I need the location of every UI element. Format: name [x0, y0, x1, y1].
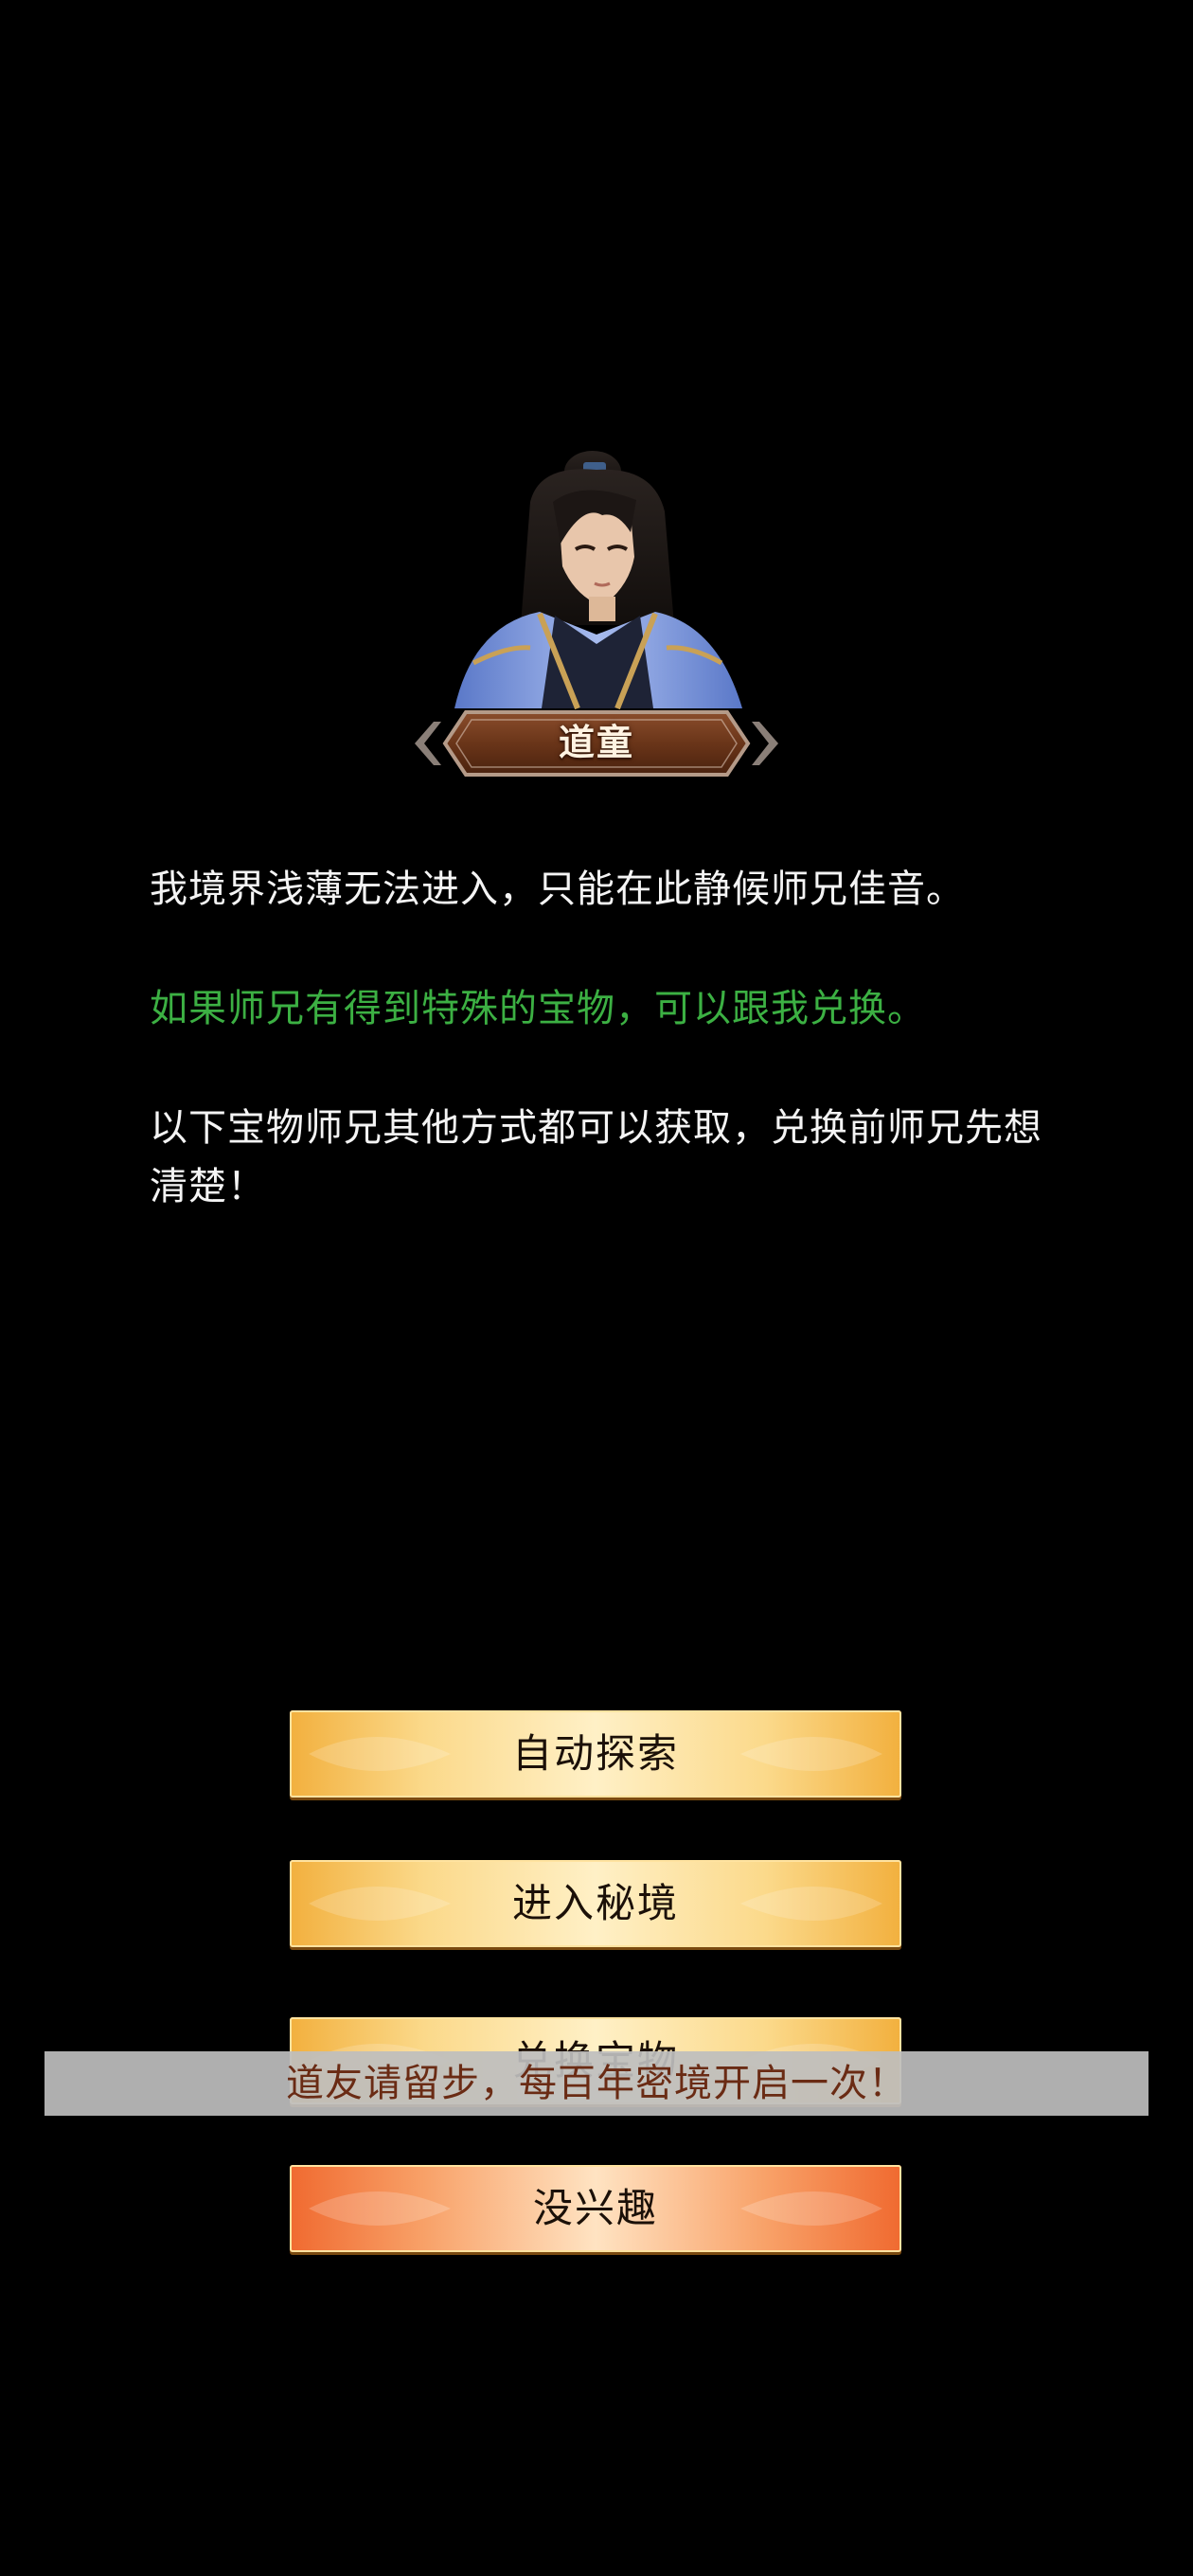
- taoist-disciple-portrait-icon: [454, 451, 742, 710]
- dialog-line-1: 我境界浅薄无法进入，只能在此静候师兄佳音。: [150, 868, 965, 911]
- dialog-line-3: 以下宝物师兄其他方式都可以获取，兑换前师兄先想清楚！: [150, 1106, 1042, 1208]
- dialog-line-2: 如果师兄有得到特殊的宝物，可以跟我兑换。: [150, 987, 926, 1030]
- auto-explore-button[interactable]: 自动探索: [290, 1710, 901, 1798]
- npc-portrait: [417, 445, 776, 710]
- not-interested-label: 没兴趣: [532, 2185, 658, 2231]
- npc-name-plate: 道童: [386, 701, 807, 786]
- not-interested-button[interactable]: 没兴趣: [290, 2165, 901, 2252]
- enter-realm-label: 进入秘境: [511, 1880, 679, 1926]
- auto-explore-label: 自动探索: [511, 1730, 679, 1777]
- toast-message: 道友请留步，每百年密境开启一次！: [45, 2051, 1148, 2116]
- npc-name: 道童: [558, 722, 634, 763]
- enter-realm-button[interactable]: 进入秘境: [290, 1860, 901, 1947]
